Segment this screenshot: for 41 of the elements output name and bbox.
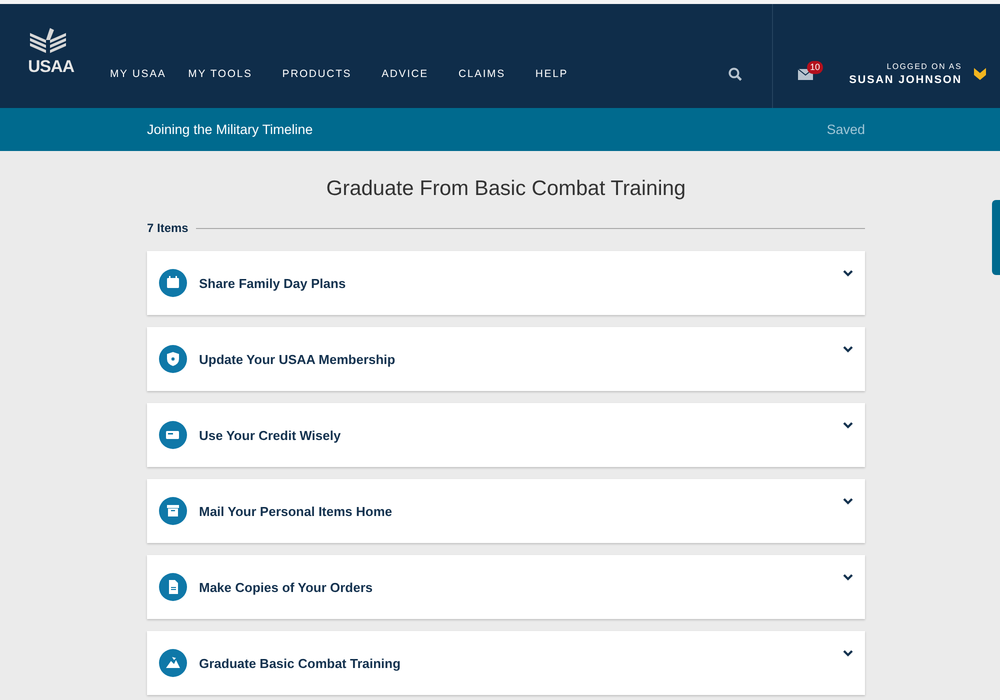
box-icon [159,497,187,525]
chevron-icon[interactable] [843,345,853,353]
chevron-icon[interactable] [843,497,853,505]
brand-name[interactable]: USAA [28,58,74,74]
nav-link[interactable]: MY TOOLS [188,68,252,80]
save-status: Saved [826,122,865,137]
calendar-icon [159,269,187,297]
task-card[interactable]: Share Family Day Plans [147,251,865,315]
chevron-badge-icon[interactable] [974,68,986,80]
nav-link[interactable]: PRODUCTS [282,68,352,80]
messages-button[interactable]: 10 [798,60,824,80]
items-count: 7 Items [147,221,188,235]
nav-link[interactable]: CLAIMS [458,68,506,80]
logged-on-label: LOGGED ON AS [886,62,962,71]
nav-link[interactable]: HELP [535,68,568,80]
task-title: Use Your Credit Wisely [199,428,341,442]
task-title: Graduate Basic Combat Training [199,656,401,670]
task-title: Make Copies of Your Orders [199,580,373,594]
nav-link[interactable]: MY USAA [110,68,166,80]
user-name[interactable]: SUSAN JOHNSON [849,74,962,86]
card-icon [159,421,187,449]
chevron-icon[interactable] [843,269,853,277]
chevron-icon[interactable] [843,649,853,657]
task-card[interactable]: Graduate Basic Combat Training [147,631,865,695]
document-icon [159,573,187,601]
chevron-icon[interactable] [843,573,853,581]
task-title: Update Your USAA Membership [199,352,396,366]
shield-icon [159,345,187,373]
task-card[interactable]: Update Your USAA Membership [147,327,865,391]
task-card[interactable]: Mail Your Personal Items Home [147,479,865,543]
page-title: Graduate From Basic Combat Training [325,177,687,201]
mountain-icon [159,649,187,677]
chevron-icon[interactable] [843,421,853,429]
task-title: Mail Your Personal Items Home [199,504,392,518]
search-button[interactable] [728,67,742,81]
task-card[interactable]: Make Copies of Your Orders [147,555,865,619]
message-count-badge: 10 [807,60,824,74]
nav-link[interactable]: ADVICE [382,68,428,80]
timeline-title: Joining the Military Timeline [147,122,313,137]
task-title: Share Family Day Plans [199,276,346,290]
task-card[interactable]: Use Your Credit Wisely [147,403,865,467]
